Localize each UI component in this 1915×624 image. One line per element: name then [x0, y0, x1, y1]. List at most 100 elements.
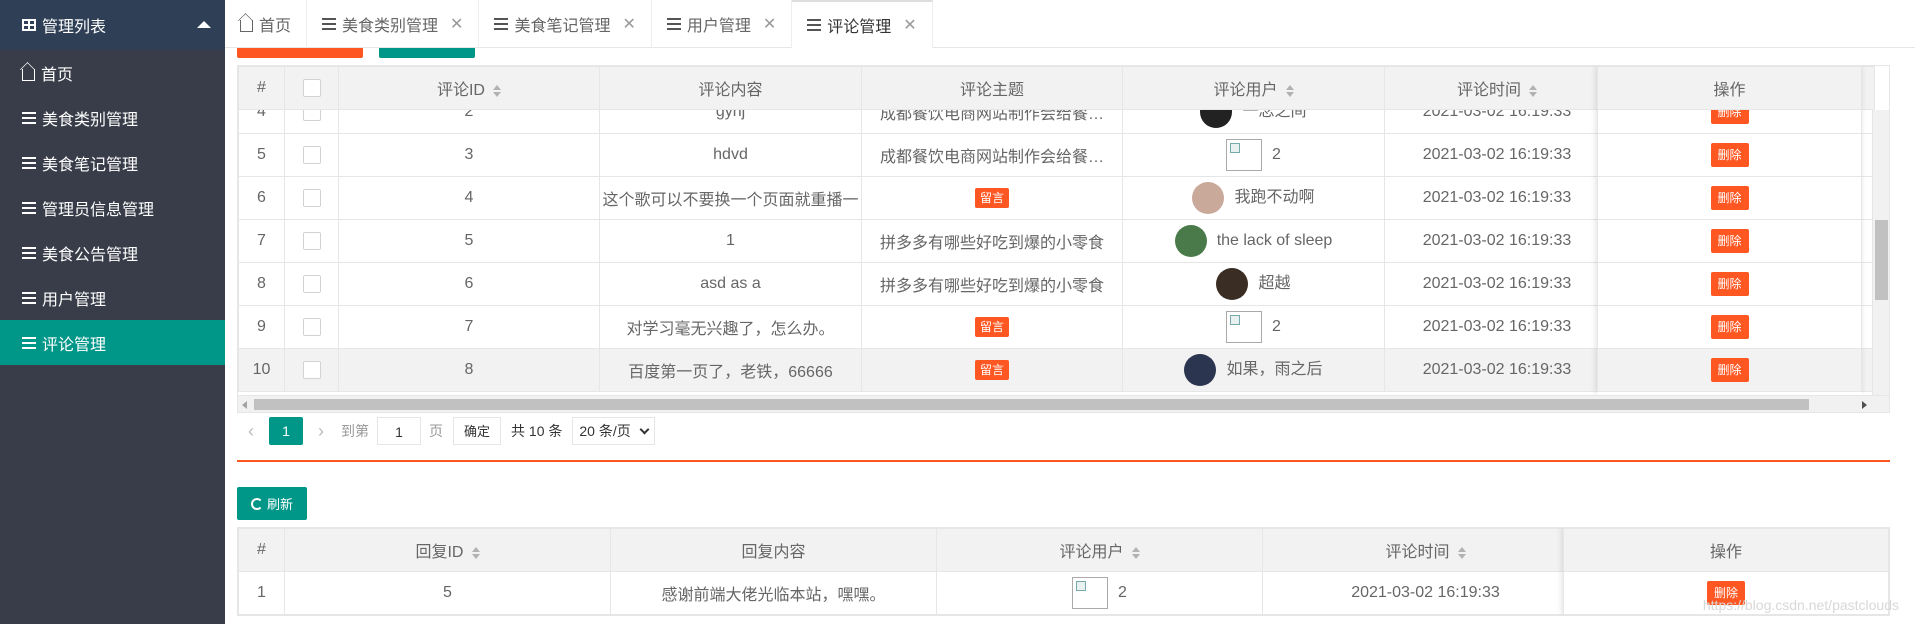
tab-label: 美食类别管理 [342, 18, 439, 35]
delete-button[interactable]: 删除 [1710, 315, 1749, 339]
sort-icon[interactable] [1457, 546, 1466, 559]
cell-content: hdvd [599, 133, 862, 177]
scroll-thumb[interactable] [254, 399, 1809, 410]
col-time[interactable]: 评论时间 [1262, 528, 1589, 572]
sidebar-item-food-category[interactable]: 美食类别管理 [0, 95, 225, 140]
close-icon[interactable]: ✕ [903, 15, 916, 35]
cell-num: 6 [238, 176, 285, 220]
pagination: ‹ 1 › 到第 1 页 确定 共 10 条 20 条/页 [237, 415, 655, 447]
refresh-button[interactable]: 刷新 [237, 487, 307, 520]
page-current[interactable]: 1 [269, 417, 303, 445]
cell-content: gyhj [599, 110, 862, 134]
col-reply-id[interactable]: 回复ID [284, 528, 611, 572]
goto-page-input[interactable]: 1 [377, 417, 421, 445]
sidebar-item-home[interactable]: 首页 [0, 50, 225, 95]
goto-label: 到第 [341, 423, 369, 439]
cell-num: 5 [238, 133, 285, 177]
sidebar-item-food-notes[interactable]: 美食笔记管理 [0, 140, 225, 185]
cell-time: 2021-03-02 16:19:33 [1384, 262, 1610, 306]
chevron-down-icon [639, 424, 650, 434]
scroll-thumb[interactable] [1875, 220, 1888, 300]
col-content: 评论内容 [599, 66, 862, 110]
row-checkbox[interactable] [302, 317, 321, 336]
cell-op: 删除 [1597, 348, 1862, 392]
tab-food-notes[interactable]: 美食笔记管理 ✕ [479, 0, 652, 48]
cell-select [284, 110, 339, 134]
avatar [1216, 268, 1249, 300]
close-icon[interactable]: ✕ [763, 14, 776, 34]
user-name: the lack of sleep [1216, 232, 1333, 250]
table-row-op: 删除 [1597, 305, 1862, 349]
delete-button[interactable]: 删除 [1710, 229, 1749, 253]
cell-id: 3 [338, 133, 600, 177]
col-label: 评论时间 [1385, 544, 1450, 561]
cell-id: 5 [284, 571, 611, 615]
horizontal-scrollbar[interactable] [238, 395, 1889, 412]
close-icon[interactable]: ✕ [450, 14, 463, 34]
cell-content: 百度第一页了，老铁，66666 [599, 348, 862, 392]
list-icon [22, 336, 36, 349]
avatar [1184, 354, 1217, 386]
toolbar-button-cutoff[interactable] [237, 48, 363, 58]
col-select [284, 66, 339, 110]
sidebar-item-food-notice[interactable]: 美食公告管理 [0, 230, 225, 275]
sort-icon[interactable] [1529, 84, 1537, 97]
watermark: https://blog.csdn.net/pastclouds [1702, 597, 1899, 613]
scroll-left-icon[interactable] [242, 401, 247, 409]
next-page-icon[interactable]: › [307, 421, 335, 442]
row-checkbox[interactable] [302, 274, 321, 293]
row-checkbox[interactable] [302, 231, 321, 250]
delete-button[interactable]: 删除 [1710, 110, 1749, 124]
sidebar-item-comments[interactable]: 评论管理 [0, 320, 225, 365]
home-icon [22, 68, 35, 81]
delete-button[interactable]: 删除 [1710, 143, 1749, 167]
close-icon[interactable]: ✕ [622, 14, 635, 34]
tab-food-category[interactable]: 美食类别管理 ✕ [307, 0, 480, 48]
tab-home[interactable]: 首页 [225, 0, 308, 48]
cell-time: 2021-03-02 16:19:33 [1262, 571, 1589, 615]
tab-users[interactable]: 用户管理 ✕ [652, 0, 793, 48]
user-name: 2 [1118, 584, 1127, 602]
col-time[interactable]: 评论时间 [1384, 66, 1610, 110]
page-size-select[interactable]: 20 条/页 [572, 417, 655, 445]
topic-tag: 留言 [974, 317, 1009, 337]
sidebar-item-label: 美食类别管理 [42, 111, 139, 129]
list-icon [22, 156, 36, 169]
delete-button[interactable]: 删除 [1710, 358, 1749, 382]
sort-icon[interactable] [493, 84, 501, 97]
cell-user: 如果，雨之后 [1122, 348, 1385, 392]
avatar [1226, 311, 1263, 343]
tab-label: 首页 [259, 18, 292, 35]
col-label: 评论ID [436, 82, 485, 99]
select-all-checkbox[interactable] [302, 78, 321, 97]
col-user[interactable]: 评论用户 [936, 528, 1263, 572]
sidebar-header[interactable]: 管理列表 [0, 0, 225, 50]
user-name: 超越 [1258, 275, 1291, 293]
col-op-header: 操作 [1563, 528, 1889, 572]
row-checkbox[interactable] [302, 188, 321, 207]
col-user[interactable]: 评论用户 [1122, 66, 1385, 110]
row-checkbox[interactable] [302, 110, 321, 121]
goto-confirm-button[interactable]: 确定 [453, 417, 502, 445]
sidebar-item-admin-info[interactable]: 管理员信息管理 [0, 185, 225, 230]
table-row-op: 删除 [1597, 219, 1862, 263]
scroll-right-icon[interactable] [1862, 401, 1867, 409]
vertical-scrollbar[interactable] [1872, 110, 1889, 395]
toolbar-button-cutoff[interactable] [379, 48, 475, 58]
row-checkbox[interactable] [302, 360, 321, 379]
delete-button[interactable]: 删除 [1710, 272, 1749, 296]
sort-icon[interactable] [1131, 546, 1140, 559]
topic-tag: 留言 [974, 360, 1009, 380]
row-checkbox[interactable] [302, 145, 321, 164]
sidebar-item-users[interactable]: 用户管理 [0, 275, 225, 320]
sort-icon[interactable] [1285, 84, 1294, 97]
cell-id: 7 [338, 305, 600, 349]
tab-label: 评论管理 [827, 19, 892, 36]
prev-page-icon[interactable]: ‹ [237, 421, 265, 442]
delete-button[interactable]: 删除 [1710, 186, 1749, 210]
avatar [1200, 110, 1233, 128]
sort-icon[interactable] [471, 546, 480, 559]
tab-comments[interactable]: 评论管理 ✕ [792, 0, 933, 48]
col-id[interactable]: 评论ID [338, 66, 600, 110]
col-op-header: 操作 [1597, 66, 1862, 110]
